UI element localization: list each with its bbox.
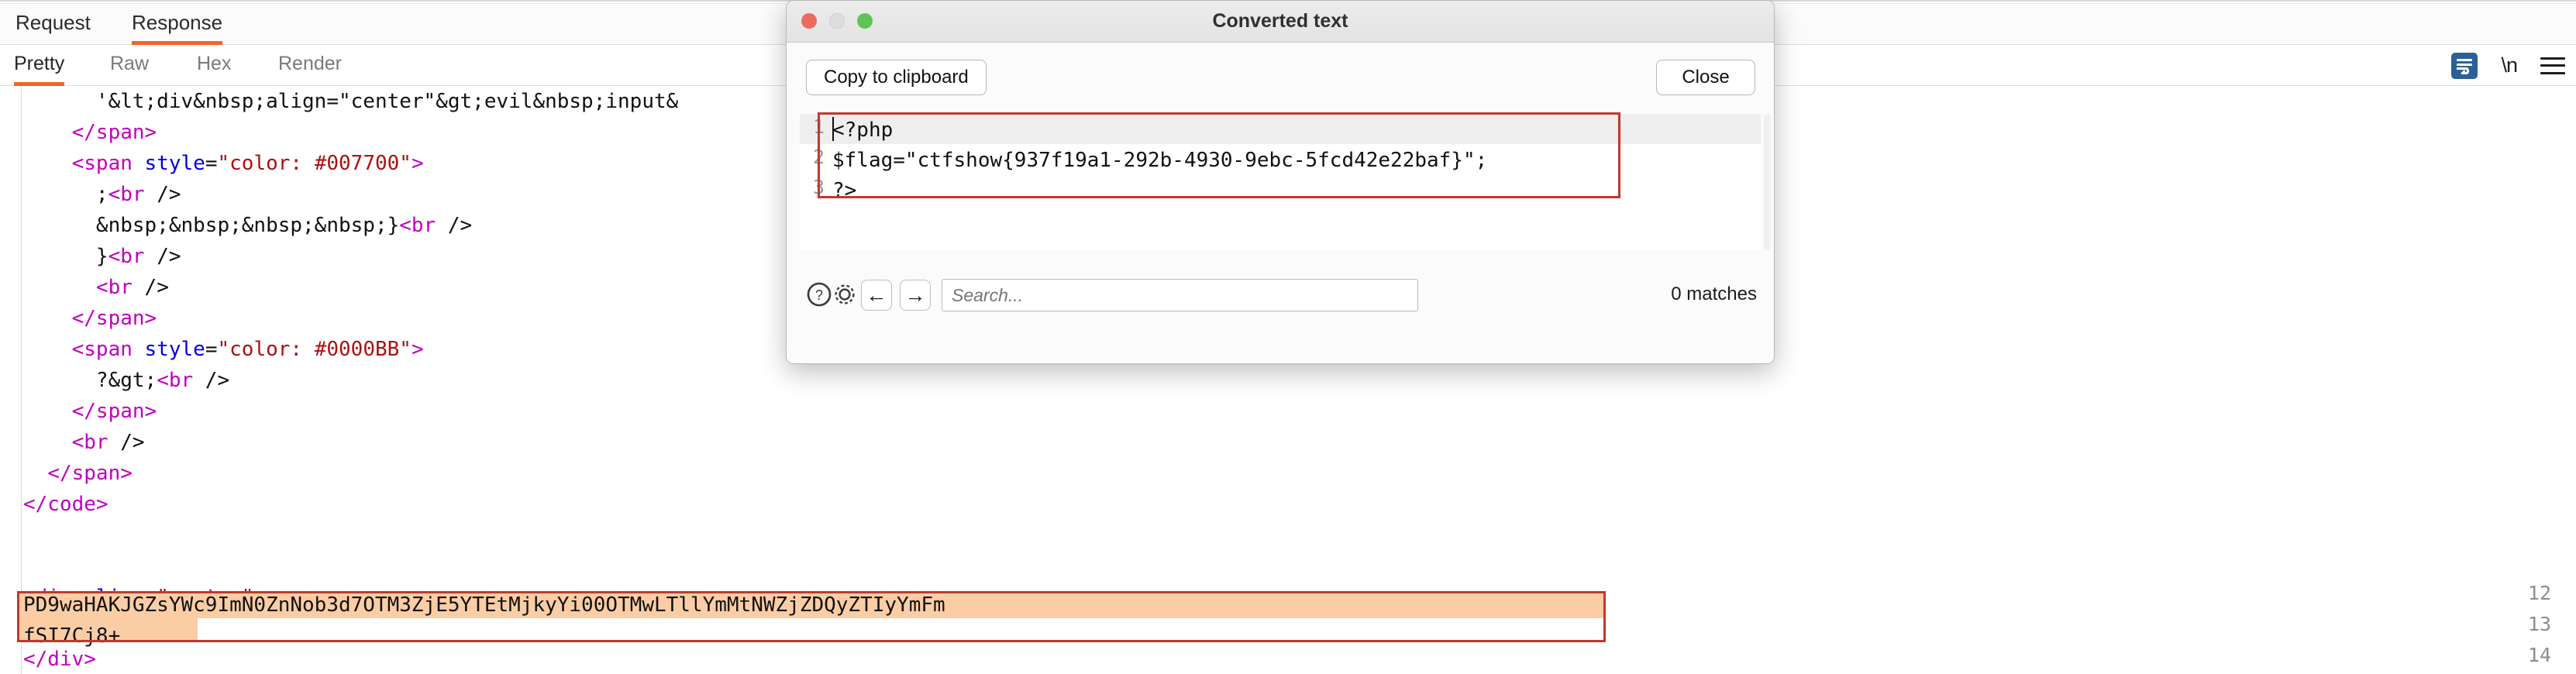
converted-text-editor[interactable]: 1 2 3 <?php $flag="ctfshow{937f19a1-292b…	[800, 114, 1761, 250]
editor-menu-button[interactable]	[2540, 57, 2565, 74]
mini-line-number-1: 1	[812, 115, 825, 138]
dialog-title: Converted text	[1212, 10, 1348, 32]
close-button[interactable]: Close	[1656, 60, 1755, 95]
arrow-left-icon: ←	[866, 284, 887, 307]
tab-response[interactable]: Response	[124, 4, 230, 45]
tab-raw[interactable]: Raw	[103, 45, 156, 86]
copy-to-clipboard-button[interactable]: Copy to clipboard	[806, 60, 987, 95]
newline-icon: \n	[2501, 53, 2518, 77]
dialog-search-toolbar: ? ← → 0 mat	[787, 267, 1774, 329]
tab-pretty-label: Pretty	[14, 53, 65, 74]
burp-suite-response-viewer: Request Response Pretty Raw Hex Render \…	[0, 0, 2576, 674]
help-button[interactable]: ?	[806, 281, 832, 311]
search-input[interactable]	[942, 279, 1418, 311]
word-wrap-icon	[2451, 52, 2478, 79]
selected-base64-line-2: fSI7Cj8+	[23, 624, 121, 648]
gear-icon	[835, 284, 855, 304]
code-line-10: </span>	[71, 400, 157, 423]
text-caret	[832, 117, 834, 141]
tab-render[interactable]: Render	[271, 45, 349, 86]
editor-gutter	[0, 86, 22, 674]
word-wrap-toggle[interactable]	[2451, 52, 2478, 79]
editor-toolbar-icons: \n	[2451, 45, 2565, 86]
arrow-right-icon: →	[904, 284, 926, 307]
tab-request-label: Request	[15, 11, 91, 34]
tab-request[interactable]: Request	[8, 4, 98, 45]
settings-button[interactable]	[831, 280, 859, 312]
find-next-button[interactable]: →	[900, 280, 931, 311]
mini-line-number-3: 3	[812, 176, 825, 198]
code-line-12: </span>	[47, 462, 133, 485]
php-close-tag-line: ?>	[832, 179, 857, 202]
code-line-11: <br />	[71, 431, 145, 454]
dialog-scrollbar[interactable]	[1764, 114, 1771, 250]
mini-line-number-2: 2	[812, 146, 825, 168]
newline-toggle[interactable]: \n	[2501, 53, 2518, 77]
find-previous-button[interactable]: ←	[861, 280, 892, 311]
converted-text-dialog: Converted text Copy to clipboard Close 1…	[786, 0, 1775, 364]
help-icon: ?	[807, 282, 832, 307]
selected-base64-line-1: PD9waHAKJGZsYWc9ImN0ZnNob3d7OTM3ZjE5YTEt…	[23, 593, 945, 617]
svg-text:?: ?	[815, 287, 823, 303]
selected-base64-text: PD9waHAKJGZsYWc9ImN0ZnNob3d7OTM3ZjE5YTEt…	[23, 590, 1728, 652]
code-line-9: ?&gt;<br />	[23, 369, 230, 392]
dialog-titlebar[interactable]: Converted text	[787, 1, 1774, 43]
tab-render-label: Render	[278, 53, 342, 74]
php-open-tag-line: <?php	[832, 119, 894, 142]
tab-raw-label: Raw	[110, 53, 150, 74]
flag-line: $flag="ctfshow{937f19a1-292b-4930-9ebc-5…	[832, 149, 1488, 172]
tab-pretty[interactable]: Pretty	[7, 45, 71, 86]
tab-hex[interactable]: Hex	[190, 45, 238, 86]
hamburger-menu-icon	[2540, 57, 2565, 74]
match-count-label: 0 matches	[1671, 284, 1757, 304]
code-line-13: </code>	[23, 493, 108, 516]
tab-hex-label: Hex	[197, 53, 232, 74]
tab-response-label: Response	[132, 11, 223, 34]
dialog-body: Copy to clipboard Close 1 2 3 <?php $fla…	[787, 43, 1774, 363]
